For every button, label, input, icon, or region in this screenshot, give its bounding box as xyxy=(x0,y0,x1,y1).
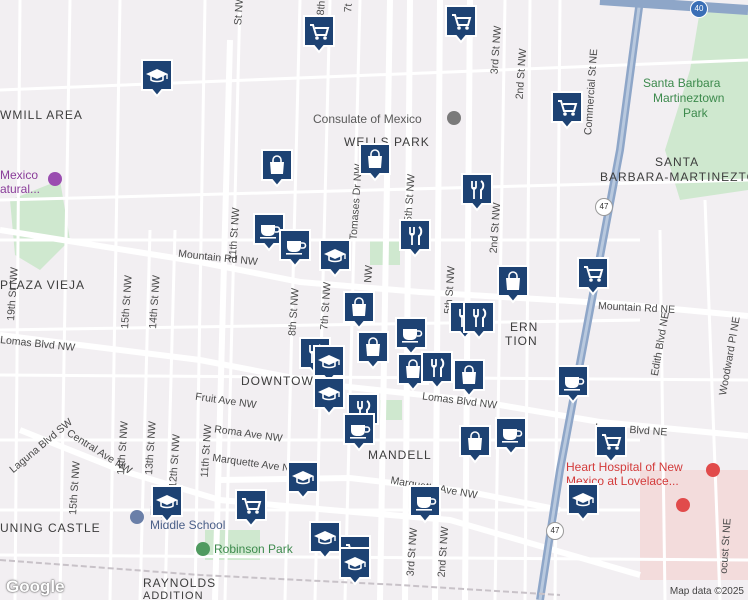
shopping-bag-icon xyxy=(453,359,485,398)
museum-label-line2[interactable]: atural... xyxy=(0,182,40,196)
street-1st-st: St NW xyxy=(232,0,247,26)
street-7th-top: 7t xyxy=(342,3,355,13)
district-sawmill: WMILL AREA xyxy=(0,108,83,122)
fork-knife-icon xyxy=(421,351,453,390)
graduation-cap-icon xyxy=(309,521,341,560)
hospital-icon-2[interactable] xyxy=(676,498,690,512)
map-marker-cafe[interactable] xyxy=(278,228,312,268)
highway-shield-47-b: 47 xyxy=(546,522,564,540)
graduation-cap-icon xyxy=(313,377,345,416)
map-marker-shopping-cart[interactable] xyxy=(444,4,478,44)
map-marker-school[interactable] xyxy=(338,546,372,586)
map-marker-school[interactable] xyxy=(308,520,342,560)
map-marker-cafe[interactable] xyxy=(408,484,442,524)
park-label-line1[interactable]: Santa Barbara xyxy=(643,76,720,90)
map-marker-school[interactable] xyxy=(566,482,600,522)
fork-knife-icon xyxy=(399,219,431,258)
hospital-icon-1[interactable] xyxy=(706,463,720,477)
map-marker-school[interactable] xyxy=(150,484,184,524)
map-marker-restaurant[interactable] xyxy=(462,300,496,340)
map-marker-shopping-cart[interactable] xyxy=(594,424,628,464)
graduation-cap-icon xyxy=(151,485,183,524)
map-marker-cafe[interactable] xyxy=(494,416,528,456)
map-marker-shopping-cart[interactable] xyxy=(302,14,336,54)
shopping-bag-icon xyxy=(343,291,375,330)
map-canvas[interactable]: WELLS PARK PLAZA VIEJA DOWNTOWN MANDELL … xyxy=(0,0,748,600)
graduation-cap-icon xyxy=(339,547,371,586)
google-logo[interactable]: Google xyxy=(6,577,65,597)
map-marker-restaurant[interactable] xyxy=(398,218,432,258)
map-marker-shopping-bag[interactable] xyxy=(496,264,530,304)
map-marker-shopping-bag[interactable] xyxy=(358,142,392,182)
map-marker-school[interactable] xyxy=(140,58,174,98)
shopping-cart-icon xyxy=(595,425,627,464)
map-attribution: Map data ©2025 xyxy=(669,586,744,597)
district-addition-east: TION xyxy=(505,334,538,348)
map-marker-cafe[interactable] xyxy=(556,364,590,404)
graduation-cap-icon xyxy=(567,483,599,522)
coffee-cup-icon xyxy=(343,413,375,452)
map-marker-school[interactable] xyxy=(318,238,352,278)
shopping-cart-icon xyxy=(303,15,335,54)
shopping-cart-icon xyxy=(551,91,583,130)
map-marker-cafe[interactable] xyxy=(342,412,376,452)
coffee-cup-icon xyxy=(557,365,589,404)
district-addition: ADDITION xyxy=(143,590,204,600)
map-marker-shopping-bag[interactable] xyxy=(342,290,376,330)
district-raynolds: RAYNOLDS xyxy=(143,576,217,590)
coffee-cup-icon xyxy=(279,229,311,268)
district-santa-barbara: SANTA xyxy=(655,155,700,169)
graduation-cap-icon xyxy=(319,239,351,278)
district-mandell: MANDELL xyxy=(368,448,432,462)
consulate-icon[interactable] xyxy=(447,111,461,125)
shopping-cart-icon xyxy=(445,5,477,44)
shopping-bag-icon xyxy=(357,331,389,370)
museum-label-line1[interactable]: Mexico xyxy=(0,168,38,182)
shopping-bag-icon xyxy=(359,143,391,182)
shopping-cart-icon xyxy=(577,257,609,296)
shopping-bag-icon xyxy=(497,265,529,304)
graduation-cap-icon xyxy=(141,59,173,98)
consulate-label[interactable]: Consulate of Mexico xyxy=(313,112,422,126)
district-martineztown: BARBARA-MARTINEZTO xyxy=(600,170,748,184)
coffee-cup-icon xyxy=(495,417,527,456)
map-marker-restaurant[interactable] xyxy=(420,350,454,390)
map-marker-shopping-bag[interactable] xyxy=(458,424,492,464)
map-marker-shopping-bag[interactable] xyxy=(452,358,486,398)
fork-knife-icon xyxy=(463,301,495,340)
map-marker-restaurant[interactable] xyxy=(460,172,494,212)
street-nw-short: NW xyxy=(362,264,376,284)
robinson-park-icon[interactable] xyxy=(196,542,210,556)
shopping-bag-icon xyxy=(459,425,491,464)
map-marker-school[interactable] xyxy=(286,460,320,500)
highway-shield-47-a: 47 xyxy=(595,198,613,216)
museum-icon[interactable] xyxy=(48,172,62,186)
fork-knife-icon xyxy=(461,173,493,212)
map-marker-shopping-cart[interactable] xyxy=(550,90,584,130)
map-marker-school[interactable] xyxy=(312,376,346,416)
highway-shield-40: 40 xyxy=(690,0,708,18)
park-label-line3[interactable]: Park xyxy=(683,106,708,120)
map-marker-shopping-cart[interactable] xyxy=(576,256,610,296)
map-marker-shopping-cart[interactable] xyxy=(234,488,268,528)
school-poi-icon[interactable] xyxy=(130,510,144,524)
district-eastern: ERN xyxy=(510,320,539,334)
graduation-cap-icon xyxy=(287,461,319,500)
map-marker-shopping-bag[interactable] xyxy=(260,148,294,188)
coffee-cup-icon xyxy=(409,485,441,524)
shopping-cart-icon xyxy=(235,489,267,528)
park-label-line2[interactable]: Martineztown xyxy=(653,91,724,105)
shopping-bag-icon xyxy=(261,149,293,188)
district-castle: UNING CASTLE xyxy=(0,521,101,535)
robinson-park-label[interactable]: Robinson Park xyxy=(214,542,293,556)
map-marker-shopping-bag[interactable] xyxy=(356,330,390,370)
